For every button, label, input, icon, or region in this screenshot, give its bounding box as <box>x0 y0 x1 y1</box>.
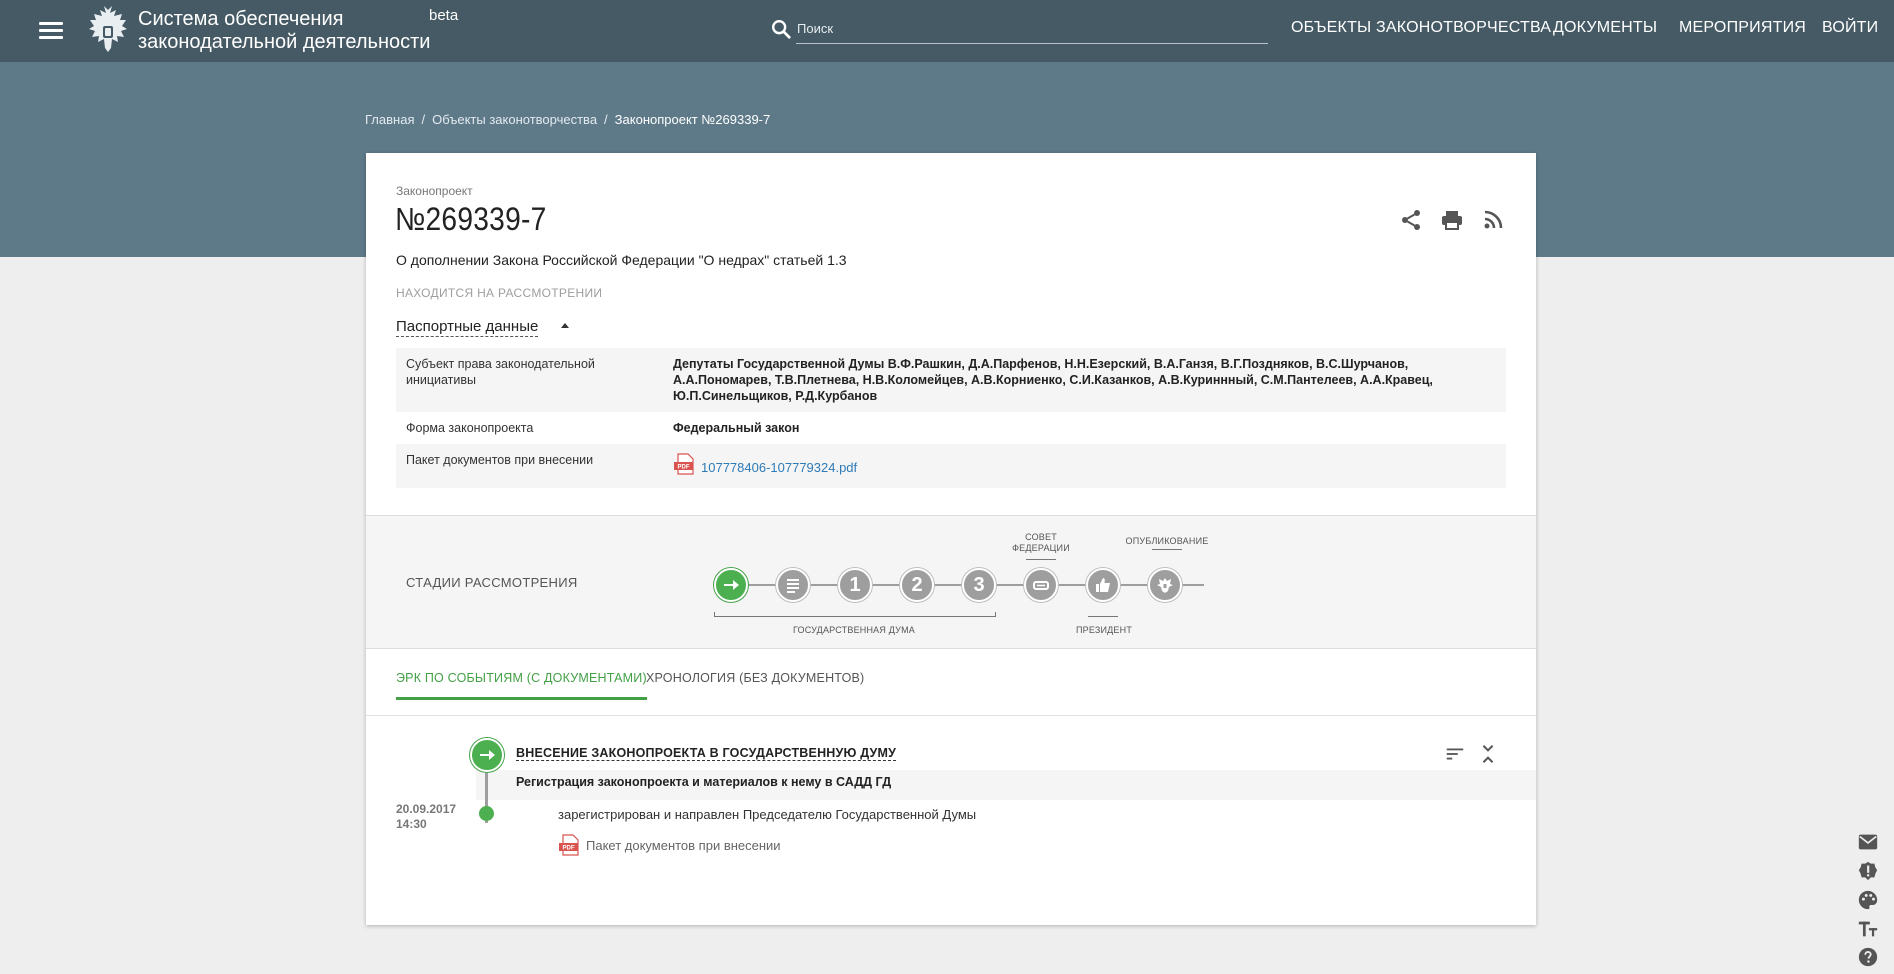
caption-publication: ОПУБЛИКОВАНИЕ <box>1125 536 1209 546</box>
council-icon <box>1033 581 1049 590</box>
passport-table: Субъект права законодательной инициативы… <box>396 348 1506 488</box>
text-size-icon[interactable] <box>1857 918 1879 940</box>
bracket-council <box>1026 559 1056 564</box>
search-icon[interactable] <box>770 18 792 40</box>
breadcrumb: Главная / Объекты законотворчества / Законоп… <box>365 112 770 127</box>
bracket-president <box>1088 612 1118 617</box>
beta-badge: beta <box>429 7 459 24</box>
eagle-emblem-icon <box>1157 578 1173 593</box>
timeline-dot <box>479 806 494 821</box>
event-title[interactable]: ВНЕСЕНИЕ ЗАКОНОПРОЕКТА В ГОСУДАРСТВЕННУЮ… <box>516 746 897 761</box>
passport-key: Пакет документов при внесении <box>406 453 594 467</box>
arrow-right-icon <box>480 750 495 760</box>
event-document-label: Пакет документов при внесении <box>586 837 781 853</box>
app-title[interactable]: Система обеспечения законодательной деят… <box>138 8 430 54</box>
print-icon[interactable] <box>1440 208 1464 232</box>
nav-events[interactable]: МЕРОПРИЯТИЯ <box>1679 19 1806 37</box>
bill-number: №269339-7 <box>395 201 547 237</box>
tab-events-with-docs[interactable]: ЭРК ПО СОБЫТИЯМ (С ДОКУМЕНТАМИ) <box>396 671 647 700</box>
passport-toggle[interactable]: Паспортные данные <box>396 318 539 337</box>
caret-up-icon[interactable] <box>561 323 569 328</box>
app-title-line1: Система обеспечения <box>138 8 344 30</box>
nav-lawmaking-objects[interactable]: ОБЪЕКТЫ ЗАКОНОТВОРЧЕСТВА <box>1291 19 1551 37</box>
search-input[interactable] <box>796 14 1268 44</box>
nav-login[interactable]: ВОЙТИ <box>1822 19 1878 37</box>
mail-icon[interactable] <box>1857 831 1879 853</box>
stage-publication[interactable] <box>1148 568 1182 602</box>
breadcrumb-home[interactable]: Главная <box>365 112 414 127</box>
document-list-icon <box>787 579 799 593</box>
app-title-line2: законодательной деятельности <box>138 31 431 53</box>
stage-reading-1[interactable]: 1 <box>838 568 872 602</box>
caption-federation-council: СОВЕТ ФЕДЕРАЦИИ <box>1012 532 1070 553</box>
passport-key: Субъект права законодательной инициативы <box>406 357 595 387</box>
passport-row: Форма законопроекта Федеральный закон <box>396 412 1506 444</box>
pdf-icon: PDF <box>674 453 694 475</box>
pdf-icon: PDF <box>559 834 579 856</box>
event-time: 14:30 <box>396 817 427 831</box>
passport-row: Субъект права законодательной инициативы… <box>396 348 1506 412</box>
event-date: 20.09.2017 <box>396 802 457 816</box>
stage-introduction[interactable] <box>714 568 748 602</box>
passport-value: PDF 107778406-107779324.pdf <box>673 444 1506 488</box>
thumbs-up-icon <box>1096 578 1110 592</box>
stage-reading-3[interactable]: 3 <box>962 568 996 602</box>
pdf-document-link[interactable]: PDF 107778406-107779324.pdf <box>673 452 857 476</box>
svg-text:PDF: PDF <box>563 846 575 852</box>
top-bar: Система обеспечения законодательной деят… <box>0 0 1894 62</box>
palette-icon[interactable] <box>1857 889 1879 911</box>
share-icon[interactable] <box>1399 208 1423 232</box>
event-subtitle: Регистрация законопроекта и материалов к… <box>516 775 892 789</box>
breadcrumb-current: Законопроект №269339-7 <box>614 112 771 127</box>
nav-documents[interactable]: ДОКУМЕНТЫ <box>1553 19 1657 37</box>
passport-value: Федеральный закон <box>673 421 800 435</box>
help-icon[interactable] <box>1857 946 1879 968</box>
passport-key: Форма законопроекта <box>406 421 534 435</box>
bill-title: О дополнении Закона Российской Федерации… <box>396 252 847 268</box>
bill-status: НАХОДИТСЯ НА РАССМОТРЕНИИ <box>396 286 603 300</box>
stage-federation-council[interactable] <box>1024 568 1058 602</box>
breadcrumb-separator: / <box>421 112 426 127</box>
event-datetime: 20.09.2017 14:30 <box>396 802 456 832</box>
tabs-divider <box>366 715 1536 716</box>
pdf-document-name: 107778406-107779324.pdf <box>701 460 858 475</box>
bill-card: Законопроект №269339-7 О дополнении Зако… <box>366 153 1536 925</box>
caption-duma: ГОСУДАРСТВЕННАЯ ДУМА <box>792 625 915 635</box>
svg-text:PDF: PDF <box>678 465 690 471</box>
menu-icon[interactable] <box>36 19 66 43</box>
event-description: зарегистрирован и направлен Председателю… <box>558 807 977 822</box>
stage-president[interactable] <box>1086 568 1120 602</box>
bracket-duma <box>714 612 996 617</box>
coat-of-arms-logo[interactable] <box>86 4 130 56</box>
bracket-publication <box>1152 549 1182 554</box>
event-document-link[interactable]: PDF Пакет документов при внесении <box>558 833 781 857</box>
collapse-icon[interactable] <box>1477 743 1499 765</box>
stage-reading-2[interactable]: 2 <box>900 568 934 602</box>
stage-preliminary[interactable] <box>776 568 810 602</box>
tab-chronology[interactable]: ХРОНОЛОГИЯ (БЕЗ ДОКУМЕНТОВ) <box>646 671 864 697</box>
stages-label: СТАДИИ РАССМОТРЕНИЯ <box>406 575 578 590</box>
bill-type-label: Законопроект <box>396 184 473 198</box>
breadcrumb-separator: / <box>604 112 608 127</box>
arrow-right-icon <box>724 580 739 590</box>
passport-value: Депутаты Государственной Думы В.Ф.Рашкин… <box>673 357 1433 403</box>
caption-president: ПРЕЗИДЕНТ <box>1075 625 1133 635</box>
breadcrumb-section[interactable]: Объекты законотворчества <box>432 112 597 127</box>
sort-icon[interactable] <box>1444 743 1466 765</box>
passport-row: Пакет документов при внесении PDF 107778… <box>396 444 1506 488</box>
stages-panel: СТАДИИ РАССМОТРЕНИЯ 1 2 3 СОВЕТ ФЕДЕРАЦИ… <box>366 515 1536 649</box>
feedback-icon[interactable] <box>1857 860 1879 882</box>
rss-icon[interactable] <box>1481 208 1505 232</box>
timeline-stage-icon[interactable] <box>470 738 504 772</box>
